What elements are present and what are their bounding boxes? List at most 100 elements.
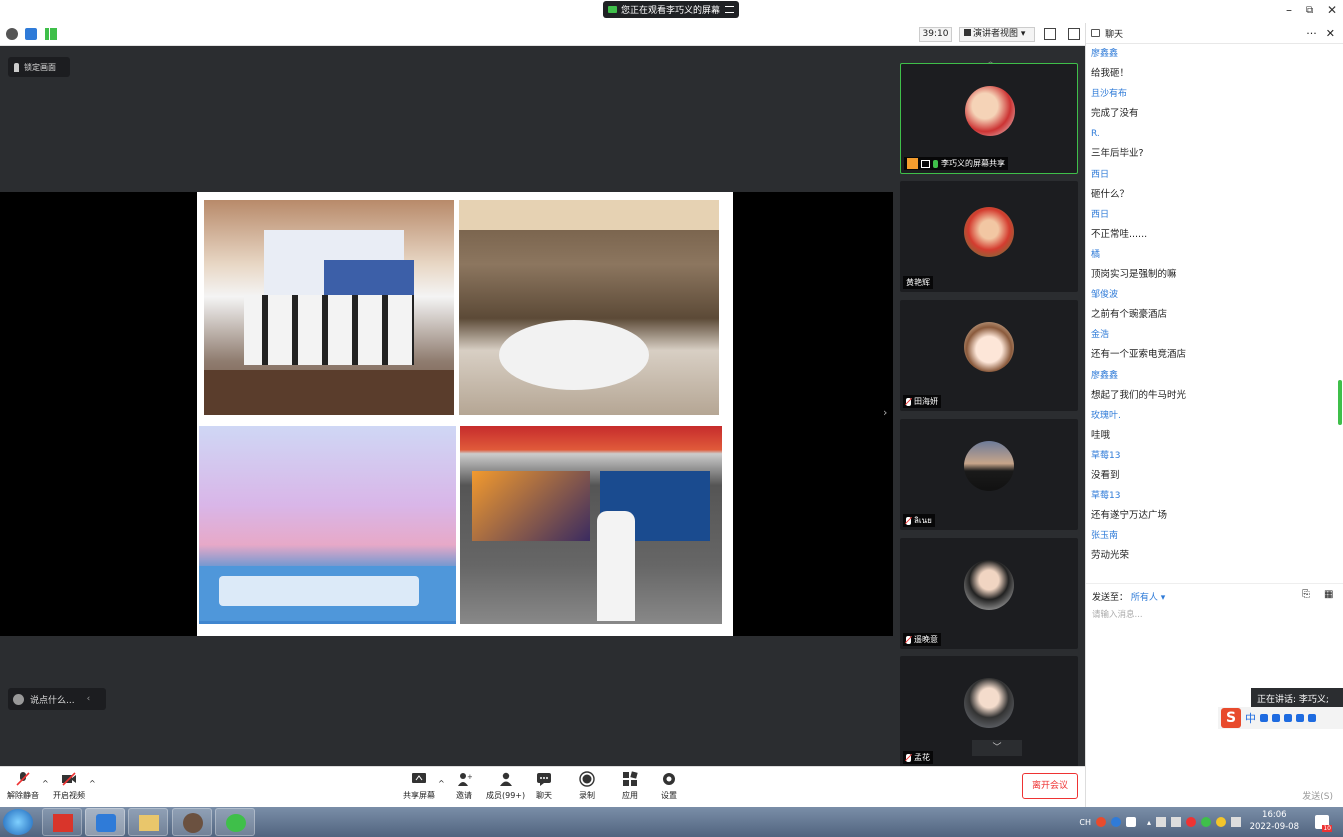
message-text: 顶岗实习是强制的嘛 xyxy=(1091,268,1177,280)
taskbar-app-media[interactable] xyxy=(172,808,212,836)
emoji-icon[interactable] xyxy=(13,693,24,705)
maximize-icon[interactable]: ⧉ xyxy=(1306,5,1313,16)
participant-tile[interactable]: 田海妍 xyxy=(900,300,1078,411)
members-button[interactable]: 成员(99+) xyxy=(486,771,525,801)
punctuation-icon[interactable] xyxy=(1260,714,1268,722)
settings-button[interactable]: 设置 xyxy=(661,771,677,801)
menu-icon[interactable] xyxy=(725,6,734,13)
unmute-button[interactable]: 解除静音 xyxy=(7,771,39,801)
chevron-right-icon[interactable]: › xyxy=(883,406,887,419)
participant-tile[interactable]: ﹀ 孟花 xyxy=(900,656,1078,767)
participant-name: 李巧义的屏幕共享 xyxy=(941,159,1005,168)
invite-label: 邀请 xyxy=(456,791,472,800)
show-hidden-icons[interactable]: ▴ xyxy=(1147,818,1151,827)
send-to-selector[interactable]: 发送至： 所有人 ▾ xyxy=(1092,590,1165,603)
close-icon[interactable]: ✕ xyxy=(1327,3,1337,17)
record-button[interactable]: 录制 xyxy=(579,771,595,801)
share-screen-button[interactable]: 共享屏幕 xyxy=(403,771,435,801)
participant-tile[interactable]: ลิเนย xyxy=(900,419,1078,530)
message-sender[interactable]: 邹俊波 xyxy=(1091,285,1331,305)
view-mode-dropdown[interactable]: 演讲者视图 ▾ xyxy=(959,27,1035,42)
chat-input[interactable]: 请输入消息... xyxy=(1092,608,1143,620)
wechat-tray-icon[interactable] xyxy=(1201,817,1211,827)
avatar xyxy=(964,560,1014,610)
say-something-bar[interactable]: 说点什么... ‹ xyxy=(8,688,106,710)
system-clock[interactable]: 16:06 2022-09-08 xyxy=(1250,809,1299,833)
message-sender[interactable]: 玫瑰叶. xyxy=(1091,406,1331,426)
taskbar-app-wechat[interactable] xyxy=(215,808,255,836)
start-video-button[interactable]: 开启视频 xyxy=(53,771,85,801)
network-icon[interactable] xyxy=(1171,817,1181,827)
shield-icon[interactable] xyxy=(25,28,37,40)
leave-meeting-button[interactable]: 离开会议 xyxy=(1022,773,1078,799)
close-chat-icon[interactable]: ✕ xyxy=(1326,27,1335,40)
voice-icon[interactable] xyxy=(1272,714,1280,722)
qq-tray-icon[interactable] xyxy=(1186,817,1196,827)
file-icon[interactable]: ⎘ xyxy=(1302,589,1310,600)
sidebar-toggle-icon[interactable] xyxy=(1068,28,1080,40)
avatar xyxy=(964,322,1014,372)
help-tray-icon[interactable] xyxy=(1110,817,1121,827)
participant-name: 黄艳辉 xyxy=(906,278,930,287)
ime-toolbar[interactable]: S 中 xyxy=(1218,707,1343,729)
app-tray-icon[interactable] xyxy=(1216,817,1226,827)
collapse-icon[interactable]: ‹ xyxy=(87,694,91,704)
share-status-text: 您正在观看李巧义的屏幕 xyxy=(621,6,721,16)
fullscreen-icon[interactable] xyxy=(1044,28,1056,40)
slide-photo-banquet xyxy=(459,200,719,415)
message-sender[interactable]: 西日 xyxy=(1091,165,1331,185)
video-options-chevron-icon[interactable]: ^ xyxy=(89,779,96,788)
toolbox-icon[interactable] xyxy=(1308,714,1316,722)
ime-lang[interactable]: 中 xyxy=(1245,710,1256,726)
message-sender[interactable]: 廖鑫鑫 xyxy=(1091,366,1331,386)
participant-tile[interactable]: 黄艳辉 xyxy=(900,181,1078,292)
audio-options-chevron-icon[interactable]: ^ xyxy=(42,779,49,788)
taskbar-app-explorer[interactable] xyxy=(128,808,168,836)
participant-tile[interactable]: 遥晚意 xyxy=(900,538,1078,649)
message-sender[interactable]: 且沙有布 xyxy=(1091,84,1331,104)
message-sender[interactable]: 张玉南 xyxy=(1091,526,1331,546)
chat-messages: 廖鑫鑫 给我砸！ 且沙有布 完成了没有 R. 三年后毕业? 西日 砸什么？ 西日 不正常哇… xyxy=(1086,44,1336,566)
signal-icon[interactable] xyxy=(45,28,57,40)
speaker-icon[interactable] xyxy=(1156,817,1166,827)
chat-scrollbar[interactable] xyxy=(1338,380,1342,425)
chat-button[interactable]: 聊天 xyxy=(536,771,552,801)
message-sender[interactable]: 草莓13 xyxy=(1091,486,1331,506)
message-sender[interactable]: 廖鑫鑫 xyxy=(1091,44,1331,64)
sogou-icon[interactable]: S xyxy=(1221,708,1241,728)
info-icon[interactable] xyxy=(6,28,18,40)
send-to-value[interactable]: 所有人 xyxy=(1131,593,1158,603)
members-icon xyxy=(499,772,512,786)
taskbar-app-wps[interactable] xyxy=(42,808,82,836)
more-icon[interactable]: ··· xyxy=(1306,27,1317,40)
share-options-chevron-icon[interactable]: ^ xyxy=(438,779,445,788)
message-text: 没看到 xyxy=(1091,469,1120,481)
sogou-tray-icon[interactable] xyxy=(1095,817,1106,827)
participant-name: 田海妍 xyxy=(914,397,938,406)
security-tray-icon[interactable] xyxy=(1125,817,1136,827)
skin-icon[interactable] xyxy=(1296,714,1304,722)
start-button[interactable] xyxy=(3,809,33,835)
taskbar-app-meeting[interactable] xyxy=(85,808,125,836)
participant-name-tag: ลิเนย xyxy=(903,514,935,527)
keyboard-icon[interactable] xyxy=(1284,714,1292,722)
participant-tile[interactable]: 李巧义的屏幕共享 xyxy=(900,63,1078,174)
send-button[interactable]: 发送(S) xyxy=(1302,789,1333,802)
device-tray-icon[interactable] xyxy=(1231,817,1241,827)
screenshot-icon[interactable]: ▦ xyxy=(1324,589,1333,600)
notification-icon[interactable]: 10 xyxy=(1315,815,1332,832)
message-sender[interactable]: 草莓13 xyxy=(1091,446,1331,466)
view-mode-label: 演讲者视图 xyxy=(973,29,1019,39)
minimize-icon[interactable]: – xyxy=(1286,3,1292,17)
chat-message: 邹俊波 之前有个豌豪酒店 xyxy=(1091,285,1331,325)
lock-view-button[interactable]: 锁定画面 xyxy=(8,57,70,77)
message-sender[interactable]: 橘 xyxy=(1091,245,1331,265)
input-lang-indicator[interactable]: CH xyxy=(1079,818,1091,827)
message-sender[interactable]: 西日 xyxy=(1091,205,1331,225)
share-status-pill[interactable]: 您正在观看李巧义的屏幕 xyxy=(603,1,739,18)
message-sender[interactable]: R. xyxy=(1091,124,1331,144)
scroll-down-icon[interactable]: ﹀ xyxy=(972,740,1022,756)
message-sender[interactable]: 金浩 xyxy=(1091,325,1331,345)
apps-button[interactable]: 应用 xyxy=(622,771,638,801)
invite-button[interactable]: + 邀请 xyxy=(456,771,472,801)
